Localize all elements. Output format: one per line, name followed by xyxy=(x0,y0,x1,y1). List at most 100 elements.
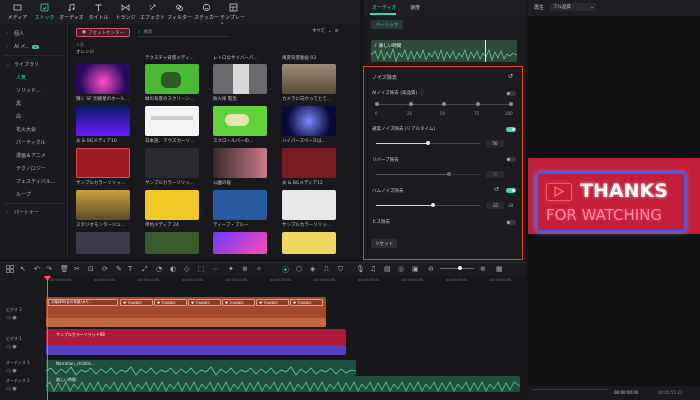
asset-thumbnail[interactable] xyxy=(145,64,199,94)
render-icon[interactable]: ⬡ xyxy=(296,265,304,273)
preview-tab[interactable]: 再生 xyxy=(534,4,544,11)
effects-icon[interactable]: ✦ xyxy=(228,265,236,273)
redo-icon[interactable]: ↷ xyxy=(46,265,54,273)
sidebar-item-popular[interactable]: 人気 xyxy=(0,71,67,84)
voiceover-icon[interactable]: 🎙 xyxy=(356,265,365,273)
motion-icon[interactable]: ◎ xyxy=(398,265,406,273)
scrub-bar[interactable] xyxy=(532,389,608,390)
normal-noise-toggle[interactable] xyxy=(506,127,516,132)
timeline-playhead[interactable] xyxy=(47,276,48,400)
title-clip-lower[interactable] xyxy=(46,318,326,327)
hum-value[interactable]: -31 xyxy=(486,202,504,209)
sidebar-item-black[interactable]: 黒 xyxy=(0,97,67,110)
audio-clip-preview[interactable]: ♪ 楽しい時間 xyxy=(371,40,517,62)
hum-toggle[interactable] xyxy=(506,188,516,193)
thanks-title-clip[interactable]: ♥ THANKS xyxy=(154,299,187,306)
tab-speed[interactable]: 速度 xyxy=(410,4,420,11)
thanks-title-clip[interactable]: ♥ THANKS xyxy=(188,299,221,306)
hiss-toggle[interactable] xyxy=(506,220,516,225)
asset-thumbnail[interactable] xyxy=(213,64,267,94)
toolbar-stock[interactable]: ストック xyxy=(31,3,58,21)
grid-icon[interactable] xyxy=(6,265,14,273)
sidebar-item-ai-media[interactable]: › AI メ.. AI xyxy=(0,40,67,53)
narration-clip[interactable]: Narration_childlik... xyxy=(46,360,356,376)
ai-icon[interactable]: ✧ xyxy=(256,265,264,273)
asset-thumbnail[interactable] xyxy=(145,190,199,220)
track-lock-icon[interactable]: ▭ ◉ xyxy=(6,368,17,374)
layout-icon[interactable]: ▦ xyxy=(496,265,504,273)
asset-thumbnail[interactable] xyxy=(76,148,130,178)
slider-knob[interactable] xyxy=(446,172,451,176)
crop-icon[interactable]: ⊡ xyxy=(88,265,96,273)
loop-icon[interactable]: ⟳ xyxy=(102,265,110,273)
slider-knob[interactable] xyxy=(426,141,430,145)
toolbar-filter[interactable]: フィルター xyxy=(166,3,193,21)
sidebar-item-solid[interactable]: ソリッド... xyxy=(0,84,67,97)
more-icon[interactable]: ⋯ xyxy=(212,265,220,273)
sidebar-item-fireworks[interactable]: 花火大会 xyxy=(0,123,67,136)
reset-button[interactable]: リセット xyxy=(371,239,397,248)
mic-icon[interactable]: ♫ xyxy=(370,265,378,273)
zoom-out-icon[interactable]: ⊖ xyxy=(428,265,436,273)
snap-icon[interactable]: ⦿ xyxy=(282,265,290,274)
zoom-in-icon[interactable]: ⊕ xyxy=(480,265,488,273)
toolbar-title[interactable]: タイトル xyxy=(85,3,112,21)
caption-icon[interactable]: ▤ xyxy=(384,265,392,273)
pen-icon[interactable]: ✎ xyxy=(116,265,124,273)
asset-thumbnail[interactable] xyxy=(76,64,130,94)
zoom-slider[interactable] xyxy=(440,266,474,270)
asset-thumbnail[interactable] xyxy=(213,106,267,136)
reverb-slider[interactable] xyxy=(376,172,480,176)
thanks-title-clip[interactable]: ♥ THANKS xyxy=(290,299,323,306)
asset-thumbnail[interactable] xyxy=(145,148,199,178)
asset-thumbnail[interactable] xyxy=(145,232,199,254)
solid-clip-lower[interactable] xyxy=(46,345,346,355)
zoom-knob[interactable] xyxy=(458,266,462,270)
hum-slider[interactable] xyxy=(376,203,480,207)
sidebar-item-library[interactable]: ⌄ ライブラリ xyxy=(0,58,67,71)
normal-noise-value[interactable]: 50 xyxy=(486,140,504,147)
select-icon[interactable]: ↖ xyxy=(20,265,28,273)
toolbar-effect[interactable]: エフェクト xyxy=(139,3,166,21)
color-icon[interactable]: ◐ xyxy=(170,265,178,273)
thanks-title-clip[interactable]: ♥ THANKS xyxy=(256,299,289,306)
reverb-toggle[interactable] xyxy=(506,157,516,162)
speed-icon[interactable]: ◔ xyxy=(156,265,164,273)
delete-icon[interactable]: 🗑 xyxy=(60,265,69,273)
reverb-value[interactable]: 70 xyxy=(486,171,504,178)
sidebar-item-technology[interactable]: テクノロジー xyxy=(0,162,67,175)
track-lock-icon[interactable]: ▭ ◉ xyxy=(6,315,17,321)
marker-icon[interactable]: ◈ xyxy=(310,265,318,273)
sidebar-item-partner[interactable]: › パートナー xyxy=(0,206,67,219)
asset-center-tab[interactable]: ▣ アセットセンター xyxy=(76,28,130,37)
transform-icon[interactable]: ⤢ xyxy=(142,265,150,273)
undo-icon[interactable]: ↶ xyxy=(34,265,42,273)
asset-thumbnail[interactable] xyxy=(282,106,336,136)
stabilize-icon[interactable]: ⊕ xyxy=(242,265,250,273)
toolbar-media[interactable]: メディア xyxy=(4,3,31,21)
sidebar-item-loop[interactable]: ループ xyxy=(0,188,67,201)
asset-thumbnail[interactable] xyxy=(213,232,267,254)
asset-thumbnail[interactable] xyxy=(76,106,130,136)
tab-audio[interactable]: オーディオ xyxy=(372,4,397,11)
basic-tab-button[interactable]: ベーシック xyxy=(371,20,403,29)
asset-thumbnail[interactable] xyxy=(76,232,130,254)
info-icon[interactable]: ⓘ xyxy=(419,89,424,96)
asset-thumbnail[interactable] xyxy=(213,190,267,220)
image-icon[interactable]: ▣ xyxy=(412,265,420,273)
asset-thumbnail[interactable] xyxy=(213,148,267,178)
solid-clip[interactable]: サンプルカラーソリッド08 xyxy=(46,329,346,345)
asset-filter-dropdown[interactable]: すべて ⌄ ≡ xyxy=(312,28,339,35)
text-tool-icon[interactable]: T xyxy=(128,265,136,273)
title-clip[interactable]: 字幕体Ｗ(台の背景/\Nモ... xyxy=(48,299,118,306)
toolbar-transition[interactable]: トランジ xyxy=(112,3,139,21)
split-icon[interactable]: ⎍ xyxy=(324,265,332,273)
asset-search-input[interactable]: ⌕ 検索 xyxy=(138,28,228,37)
asset-thumbnail[interactable] xyxy=(282,148,336,178)
reset-icon[interactable]: ↺ xyxy=(508,73,513,80)
toolbar-sticker[interactable]: ステッカー xyxy=(193,3,220,21)
keyframe-icon[interactable]: ◇ xyxy=(184,265,192,273)
asset-thumbnail[interactable] xyxy=(76,190,130,220)
mask-icon[interactable]: ⬚ xyxy=(198,265,206,273)
asset-thumbnail[interactable] xyxy=(145,106,199,136)
